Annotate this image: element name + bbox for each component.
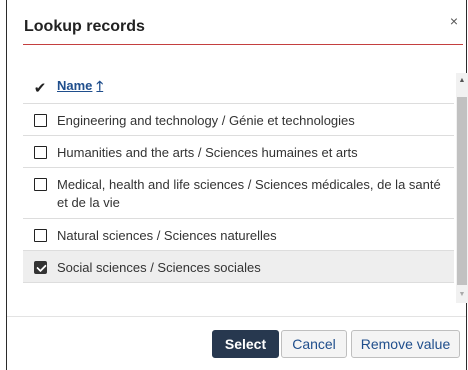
records-grid: ✔ Name 🡑 Engineering and technology / Gén… bbox=[23, 73, 454, 303]
row-checkbox[interactable] bbox=[33, 114, 47, 127]
list-item-selected[interactable]: Social sciences / Sciences sociales bbox=[23, 251, 454, 283]
list-item[interactable]: Medical, health and life sciences / Scie… bbox=[23, 168, 454, 219]
row-label: Humanities and the arts / Sciences humai… bbox=[57, 145, 358, 160]
list-item[interactable]: Natural sciences / Sciences naturelles bbox=[23, 219, 454, 251]
close-icon[interactable]: × bbox=[450, 14, 458, 28]
grid-header: ✔ Name 🡑 bbox=[23, 73, 454, 104]
row-checkbox[interactable] bbox=[33, 178, 47, 191]
cancel-button[interactable]: Cancel bbox=[281, 330, 347, 358]
row-label: Medical, health and life sciences / Scie… bbox=[57, 177, 441, 210]
row-label: Social sciences / Sciences sociales bbox=[57, 260, 261, 275]
row-checkbox[interactable] bbox=[33, 229, 47, 242]
list-item[interactable]: Engineering and technology / Génie et te… bbox=[23, 104, 454, 136]
row-label: Engineering and technology / Génie et te… bbox=[57, 113, 355, 128]
select-all-check-icon[interactable]: ✔ bbox=[23, 79, 57, 97]
title-divider bbox=[23, 44, 463, 45]
row-checkbox[interactable] bbox=[33, 146, 47, 159]
scroll-down-icon[interactable]: ▼ bbox=[456, 287, 468, 303]
footer-divider bbox=[7, 316, 466, 317]
remove-value-button[interactable]: Remove value bbox=[351, 330, 460, 358]
list-item[interactable]: Humanities and the arts / Sciences humai… bbox=[23, 136, 454, 168]
scroll-up-icon[interactable]: ▲ bbox=[456, 73, 468, 89]
select-button[interactable]: Select bbox=[212, 330, 279, 358]
dialog-title: Lookup records bbox=[24, 18, 145, 35]
name-column-header[interactable]: Name 🡑 bbox=[57, 77, 103, 99]
row-label: Natural sciences / Sciences naturelles bbox=[57, 228, 277, 243]
row-checkbox-checked[interactable] bbox=[33, 261, 47, 274]
lookup-dialog: Lookup records × ✔ Name 🡑 Engineering and… bbox=[6, 0, 468, 370]
vertical-scrollbar[interactable]: ▲ ▼ bbox=[456, 73, 468, 303]
name-column-label: Name bbox=[57, 78, 93, 93]
sort-ascending-icon: 🡑 bbox=[96, 78, 104, 93]
scroll-thumb[interactable] bbox=[457, 97, 467, 285]
